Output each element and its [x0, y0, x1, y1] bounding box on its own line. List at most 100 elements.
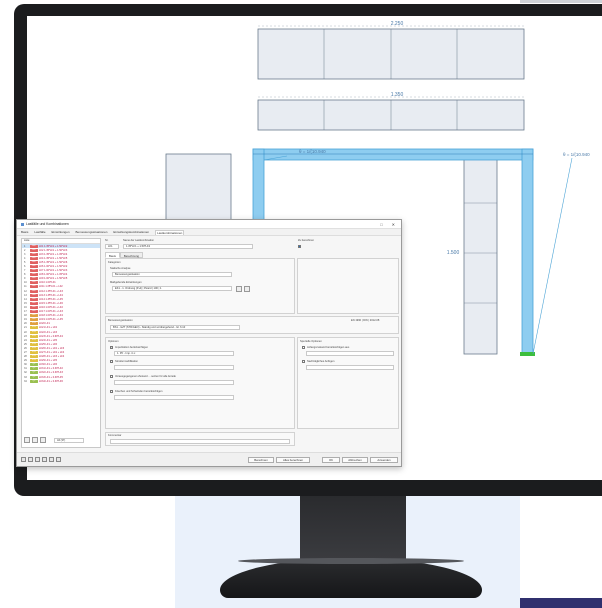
name-label: Name der Lastkombination: [123, 239, 154, 242]
special1-field[interactable]: [306, 351, 394, 356]
list-item-text: LK19 1.00*LF1 + LF5: [39, 318, 63, 322]
option2-field[interactable]: [114, 365, 234, 370]
list-item-number: 18: [24, 314, 27, 318]
option3-checkbox[interactable]: [110, 375, 113, 378]
option1-field[interactable]: 1. PF - Imp. in x: [114, 351, 234, 356]
action-new-icon[interactable]: [244, 286, 250, 292]
name-field[interactable]: 1.35*LF1 + 1.50*LF2: [123, 244, 253, 249]
list-item-text: LK18 1.00*LF1 + LF4: [39, 314, 63, 318]
list-filter-field[interactable]: All (37): [54, 437, 84, 443]
detail-pane: Nr. LK1 Name der Lastkombination 1.35*LF…: [105, 234, 399, 448]
list-item-number: 20: [24, 322, 27, 326]
list-item-tag: STR: [30, 355, 38, 359]
list-item-number: 34: [24, 379, 27, 383]
special1-label: Anfangszustand berücksichtigen aus: [307, 346, 350, 349]
list-item-tag: GEO: [30, 318, 38, 322]
list-item-tag: GEO: [30, 289, 38, 293]
list-item-text: LK31 LF1 + 0.30*LF2: [39, 367, 63, 371]
option3-field[interactable]: [114, 380, 234, 385]
list-item-number: 3: [24, 252, 26, 256]
cancel-button[interactable]: Abbrechen: [342, 457, 368, 463]
list-item-tag: GEO: [30, 297, 38, 301]
option1-checkbox[interactable]: [110, 346, 113, 349]
info-icon[interactable]: [35, 457, 40, 462]
list-item-text: LK11 1.35*LF1 + LF2: [39, 285, 63, 289]
list-item-tag: GEO: [30, 285, 38, 289]
option4-field[interactable]: [114, 395, 234, 400]
list-rows: 1 GEO LK1 1.35*LF1 + 1.50*LF2 2 GEO LK2 1.35*…: [22, 244, 100, 383]
action-field[interactable]: EK1 - 1. Ordnung (P-Δ) | Picard | 100 | …: [112, 286, 232, 291]
list-item-tag: GEO: [30, 265, 38, 269]
list-item-text: LK6 1.00*LF1 + 1.50*LF2: [39, 265, 68, 269]
list-item-text: LK12 1.35*LF1 + LF3: [39, 289, 63, 293]
static-label: Statische Analyse: [110, 267, 131, 270]
list-item-text: LK4 1.35*LF1 + 1.50*LF5: [39, 256, 68, 260]
list-add-icon[interactable]: [24, 437, 30, 443]
list-item-text: LK34 LF1 + 0.30*LF6: [39, 379, 63, 383]
calculate-button[interactable]: Berechnen: [248, 457, 274, 463]
help-icon[interactable]: [21, 457, 26, 462]
list-item-number: 23: [24, 334, 27, 338]
action-edit-icon[interactable]: [236, 286, 242, 292]
no-field[interactable]: LK1: [105, 244, 119, 249]
list-item-tag: GEO: [30, 273, 38, 277]
background-stripe: [520, 598, 602, 608]
dialog-titlebar[interactable]: Lastfälle und Kombinationen □ ✕: [17, 220, 401, 229]
special1-checkbox[interactable]: [302, 346, 305, 349]
list-item-tag: STR: [30, 330, 38, 334]
settings-icon[interactable]: [49, 457, 54, 462]
check-icon[interactable]: [42, 457, 47, 462]
load-combinations-dialog[interactable]: Lastfälle und Kombinationen □ ✕ Basis La…: [16, 219, 402, 467]
beam-label-left: θ = 1/(10.940: [299, 149, 326, 154]
tab-lastfaelle[interactable]: Lastfälle: [34, 230, 45, 234]
special2-field[interactable]: [306, 365, 394, 370]
list-item-number: 4: [24, 256, 26, 260]
list-item-number: 10: [24, 281, 27, 285]
list-item-text: LK5 1.35*LF1 + 1.50*LF6: [39, 260, 68, 264]
list-item-tag: GEO: [30, 301, 38, 305]
comment-label: Kommentar: [108, 434, 122, 437]
maximize-icon[interactable]: □: [380, 222, 382, 227]
list-item-number: 27: [24, 350, 27, 354]
special-label: Spezielle Optionen: [300, 340, 322, 343]
category-field[interactable]: Bemessungssituation: [112, 272, 232, 277]
combination-list[interactable]: Liste 1 GEO LK1 1.35*LF1 + 1.50*LF2 2 GEO LK2…: [21, 238, 101, 448]
option2-checkbox[interactable]: [110, 360, 113, 363]
list-copy-icon[interactable]: [32, 437, 38, 443]
list-item-text: LK10 1.00*LF1: [39, 281, 56, 285]
list-item-tag: QP: [30, 379, 38, 383]
design-label: Bemessungssituation: [108, 319, 133, 322]
monitor-foot-highlight: [238, 558, 464, 564]
list-item-tag: STR: [30, 359, 38, 363]
list-delete-icon[interactable]: [40, 437, 46, 443]
tab-bemessungssituationen[interactable]: Bemessungssituationen: [76, 230, 108, 234]
close-icon[interactable]: ✕: [392, 222, 395, 227]
list-item-number: 11: [24, 285, 27, 289]
tab-einwirkungen[interactable]: Einwirkungen: [52, 230, 70, 234]
list-item-text: LK20 LF1: [39, 322, 50, 326]
export-icon[interactable]: [56, 457, 61, 462]
list-item-number: 2: [24, 248, 26, 252]
apply-button[interactable]: Anwenden: [370, 457, 398, 463]
design-field[interactable]: BS1 - GZT (STR/GEO) - Ständig und vorübe…: [110, 325, 240, 330]
list-item-tag: STR: [30, 326, 38, 330]
list-item-tag: STR: [30, 338, 38, 342]
action-label: Maßgebende Einwirkungen: [110, 281, 142, 284]
list-item-number: 19: [24, 318, 27, 322]
comment-field[interactable]: [110, 439, 290, 444]
special2-checkbox[interactable]: [302, 360, 305, 363]
list-item-tag: GEO: [30, 256, 38, 260]
option4-label: Kriechen und Schwinden berücksichtigen: [115, 390, 163, 393]
units-icon[interactable]: [28, 457, 33, 462]
list-item-tag: GEO: [30, 260, 38, 264]
option4-checkbox[interactable]: [110, 390, 113, 393]
list-item-number: 6: [24, 265, 26, 269]
list-item-text: LK25 LF1 + LF6: [39, 342, 57, 346]
to-solve-checkbox[interactable]: [298, 245, 301, 248]
options-label: Optionen: [108, 340, 119, 343]
calculate-all-button[interactable]: Alles berechnen: [276, 457, 310, 463]
to-solve-label: Zu berechnen: [298, 239, 315, 242]
tab-basis[interactable]: Basis: [21, 230, 28, 234]
ok-button[interactable]: OK: [322, 457, 340, 463]
list-item[interactable]: 34 QP LK34 LF1 + 0.30*LF6: [22, 379, 100, 383]
